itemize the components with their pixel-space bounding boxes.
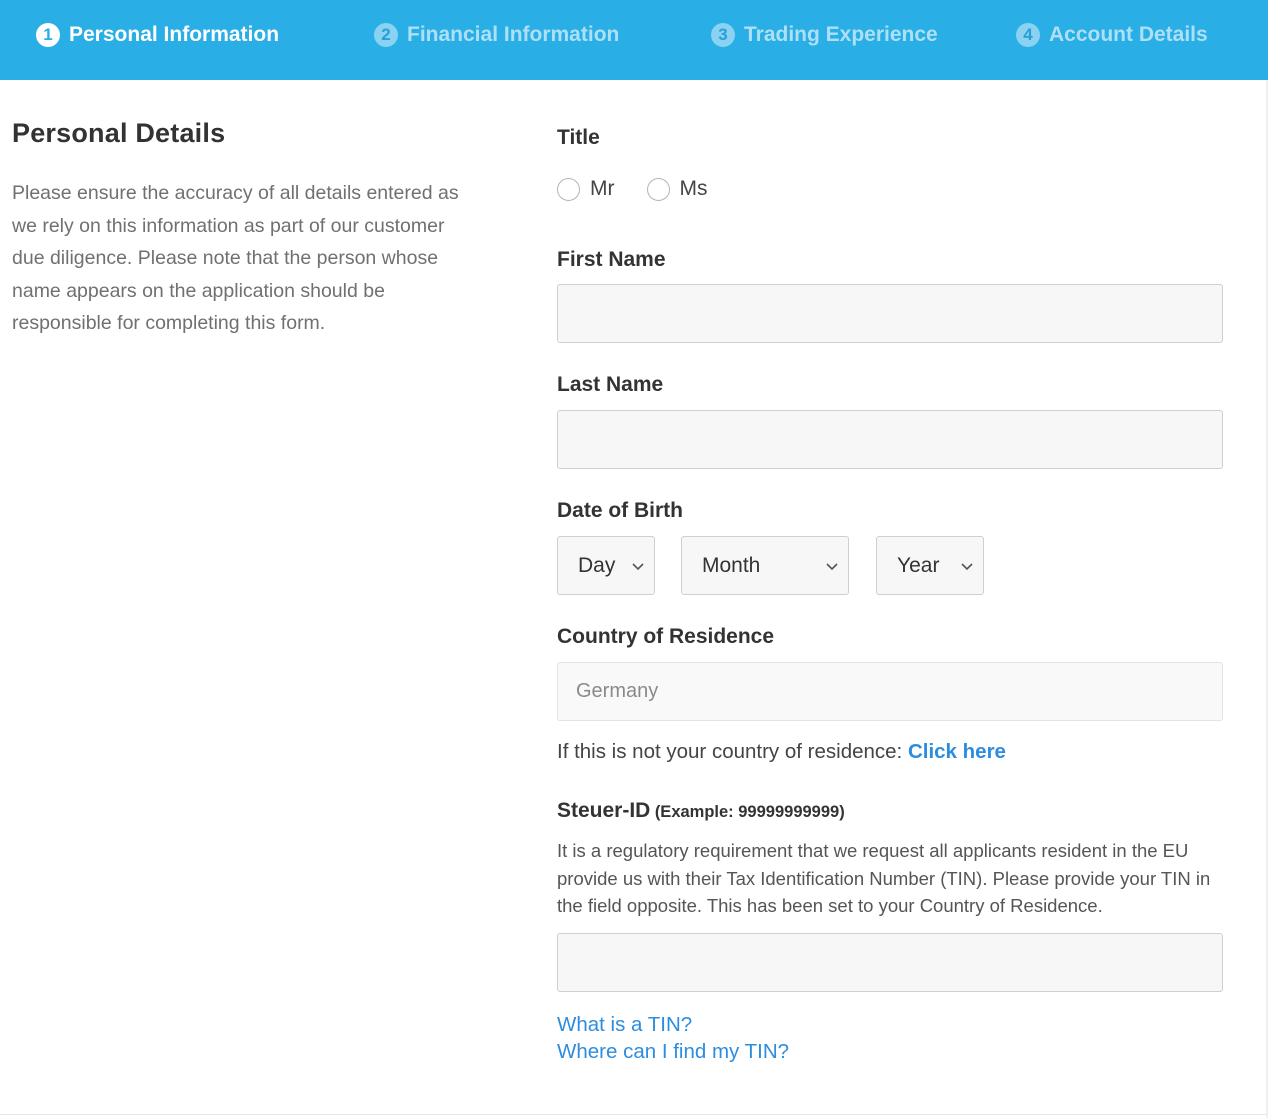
tin-input[interactable] [557,933,1223,992]
chevron-down-icon [632,563,644,571]
tin-heading: Steuer-ID (Example: 99999999999) [557,799,845,823]
step-number-2: 2 [374,23,398,47]
dob-month-value: Month [702,553,761,577]
country-note-text: If this is not your country of residence… [557,740,903,763]
tin-example: (Example: 99999999999) [654,803,845,821]
divider [0,1114,1268,1115]
tin-label: Steuer-ID [557,799,651,822]
intro-panel: Personal Details Please ensure the accur… [12,118,462,340]
step-number-1: 1 [36,23,60,47]
step-label: Trading Experience [744,23,938,46]
radio-label-ms: Ms [679,177,708,200]
step-financial-information[interactable]: 2 Financial Information [374,20,619,50]
first-name-input[interactable] [557,284,1223,343]
radio-button-icon[interactable] [557,177,580,201]
title-label: Title [557,126,600,149]
radio-button-icon[interactable] [646,177,670,201]
section-heading: Personal Details [12,118,226,148]
step-label: Account Details [1049,23,1208,46]
country-value: Germany [576,680,659,702]
dob-year-value: Year [897,553,940,577]
step-account-details[interactable]: 4 Account Details [1016,20,1208,50]
title-option-mr[interactable]: Mr [557,177,615,201]
title-radio-group: Mr Ms [557,176,740,202]
chevron-down-icon [826,563,838,571]
first-name-label: First Name [557,248,666,271]
dob-month-select[interactable]: Month [681,536,849,595]
dob-year-select[interactable]: Year [876,536,984,595]
chevron-down-icon [961,563,973,571]
last-name-label: Last Name [557,373,664,396]
change-country-link[interactable]: Click here [908,740,1006,763]
what-is-tin-link[interactable]: What is a TIN? [557,1013,692,1037]
step-label: Financial Information [407,23,620,46]
step-number-4: 4 [1016,23,1040,47]
country-of-residence-label: Country of Residence [557,625,775,648]
intro-text: Please ensure the accuracy of all detail… [12,182,459,334]
where-find-tin-link[interactable]: Where can I find my TIN? [557,1040,789,1064]
dob-day-select[interactable]: Day [557,536,655,595]
step-number-3: 3 [711,23,735,47]
progress-steps-bar: 1 Personal Information 2 Financial Infor… [0,0,1268,80]
country-of-residence-field: Germany [557,662,1223,721]
country-change-note: If this is not your country of residence… [557,740,1006,764]
date-of-birth-label: Date of Birth [557,499,683,522]
dob-day-value: Day [578,553,616,577]
title-option-ms[interactable]: Ms [646,177,708,201]
step-trading-experience[interactable]: 3 Trading Experience [711,20,938,50]
tin-description: It is a regulatory requirement that we r… [557,840,1211,916]
last-name-input[interactable] [557,410,1223,469]
step-personal-information[interactable]: 1 Personal Information [36,20,279,50]
radio-label-mr: Mr [590,177,615,200]
step-label: Personal Information [69,23,280,46]
